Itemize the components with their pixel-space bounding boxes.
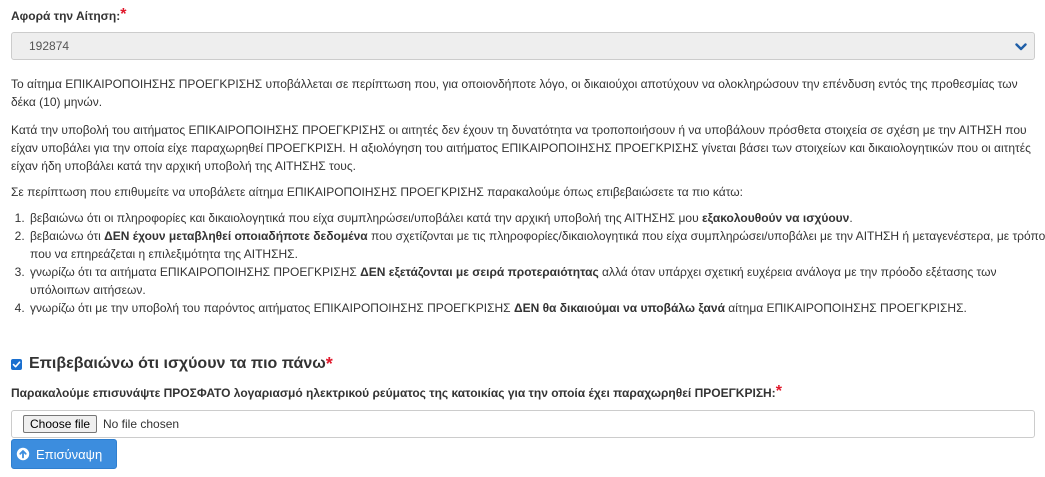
application-select[interactable]: 192874 xyxy=(11,32,1035,60)
application-label-row: Αφορά την Αίτηση:* xyxy=(11,6,127,24)
condition-text: . xyxy=(849,211,853,225)
confirm-checkbox[interactable] xyxy=(11,358,22,370)
confirm-label[interactable]: Επιβεβαιώνω ότι ισχύουν τα πιο πάνω xyxy=(29,355,326,373)
info-paragraph-1: Το αίτημα ΕΠΙΚΑΙΡΟΠΟΙΗΣΗΣ ΠΡΟΕΓΚΡΙΣΗΣ υπ… xyxy=(11,77,1018,109)
file-input[interactable]: Choose file No file chosen xyxy=(11,410,1035,438)
info-paragraph-3: Σε περίπτωση που επιθυμείτε να υποβάλετε… xyxy=(11,185,743,199)
application-select-value: 192874 xyxy=(29,39,70,53)
chevron-down-icon xyxy=(1015,43,1027,51)
condition-text: βεβαιώνω ότι xyxy=(30,229,105,243)
file-status-text: No file chosen xyxy=(103,417,180,431)
required-mark: * xyxy=(120,6,127,23)
condition-text: αίτημα ΕΠΙΚΑΙΡΟΠΟΙΗΣΗΣ ΠΡΟΕΓΚΡΙΣΗΣ. xyxy=(724,301,967,315)
info-paragraph-2: Κατά την υποβολή του αιτήματος ΕΠΙΚΑΙΡΟΠ… xyxy=(11,123,1031,173)
upload-label-row: Παρακαλούμε επισυνάψτε ΠΡΟΣΦΑΤΟ λογαριασ… xyxy=(11,383,782,401)
list-item: βεβαιώνω ότι οι πληροφορίες και δικαιολο… xyxy=(28,209,1045,227)
choose-file-button[interactable]: Choose file xyxy=(23,415,98,433)
conditions-list: βεβαιώνω ότι οι πληροφορίες και δικαιολο… xyxy=(11,209,1045,317)
required-mark: * xyxy=(775,383,782,400)
condition-emphasis: ΔΕΝ θα δικαιούμαι να υποβάλω ξανά xyxy=(513,301,725,315)
list-item: γνωρίζω ότι με την υποβολή του παρόντος … xyxy=(28,299,1045,317)
application-label: Αφορά την Αίτηση: xyxy=(11,9,121,23)
list-item: βεβαιώνω ότι ΔΕΝ έχουν μεταβληθεί οποιαδ… xyxy=(28,227,1045,263)
application-form: Αφορά την Αίτηση:* 192874 Το αίτημα ΕΠΙΚ… xyxy=(0,0,1045,477)
list-item: γνωρίζω ότι τα αιτήματα ΕΠΙΚΑΙΡΟΠΟΙΗΣΗΣ … xyxy=(28,263,1045,299)
required-mark: * xyxy=(325,354,333,374)
upload-label: Παρακαλούμε επισυνάψτε ΠΡΟΣΦΑΤΟ λογαριασ… xyxy=(11,386,776,400)
upload-circle-icon xyxy=(16,447,30,461)
attach-button[interactable]: Επισύναψη xyxy=(11,439,117,469)
confirm-row: Επιβεβαιώνω ότι ισχύουν τα πιο πάνω * xyxy=(11,353,333,375)
attach-button-label: Επισύναψη xyxy=(36,446,103,462)
condition-text: γνωρίζω ότι με την υποβολή του παρόντος … xyxy=(30,301,514,315)
condition-text: βεβαιώνω ότι οι πληροφορίες και δικαιολο… xyxy=(30,211,702,225)
condition-text: γνωρίζω ότι τα αιτήματα ΕΠΙΚΑΙΡΟΠΟΙΗΣΗΣ … xyxy=(30,265,361,279)
condition-emphasis: ΔΕΝ εξετάζονται με σειρά προτεραιότητας xyxy=(360,265,599,279)
condition-emphasis: εξακολουθούν να ισχύουν xyxy=(701,211,850,225)
condition-emphasis: ΔΕΝ έχουν μεταβληθεί οποιαδήποτε δεδομέν… xyxy=(104,229,368,243)
checkmark-icon xyxy=(12,360,21,367)
